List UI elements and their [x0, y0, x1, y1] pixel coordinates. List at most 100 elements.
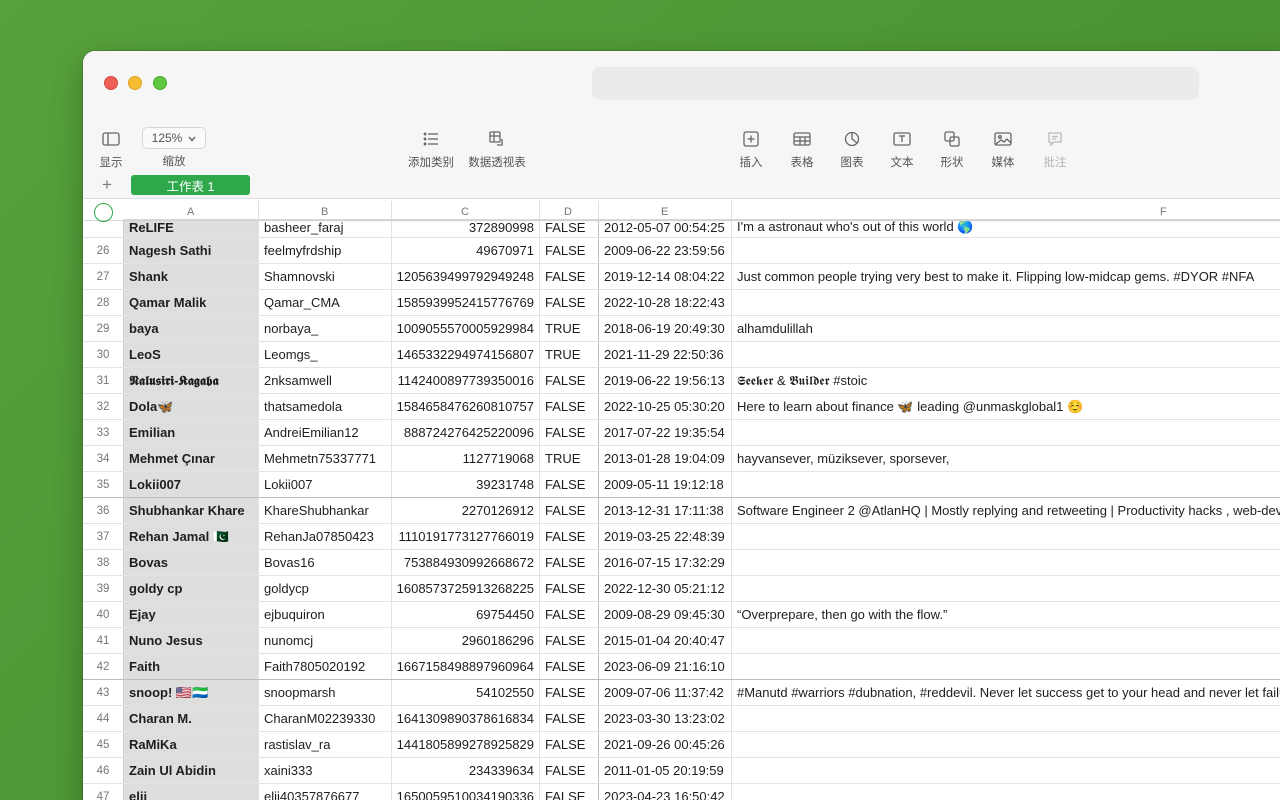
cell[interactable]: 1127719068 — [391, 446, 539, 471]
column-header-a[interactable]: A — [187, 206, 194, 218]
row-number[interactable]: 40 — [83, 602, 123, 627]
cell[interactable]: 2023-03-30 13:23:02 — [598, 706, 731, 731]
cell[interactable] — [731, 290, 1280, 315]
cell[interactable]: 1142400897739350016 — [391, 368, 539, 393]
cell[interactable]: TRUE — [539, 446, 598, 471]
cell[interactable]: RehanJa07850423 — [258, 524, 391, 549]
column-header-c[interactable]: C — [461, 206, 469, 218]
cell[interactable]: 2022-12-30 05:21:12 — [598, 576, 731, 601]
minimize-window-button[interactable] — [128, 76, 142, 90]
column-divider[interactable] — [598, 201, 599, 221]
cell[interactable]: FALSE — [539, 576, 598, 601]
row-number[interactable]: 43 — [83, 680, 123, 705]
cell[interactable] — [731, 576, 1280, 601]
cell[interactable]: 1667158498897960964 — [391, 654, 539, 679]
cell[interactable]: 1465332294974156807 — [391, 342, 539, 367]
cell[interactable]: TRUE — [539, 316, 598, 341]
cell[interactable]: Emilian — [123, 420, 258, 445]
cell[interactable]: LeoS — [123, 342, 258, 367]
cell[interactable]: FALSE — [539, 628, 598, 653]
cell[interactable]: 2022-10-25 05:30:20 — [598, 394, 731, 419]
add-sheet-button[interactable]: + — [99, 175, 115, 195]
cell[interactable]: CharanM02239330 — [258, 706, 391, 731]
cell[interactable]: 2nksamwell — [258, 368, 391, 393]
cell[interactable]: 2019-12-14 08:04:22 — [598, 264, 731, 289]
row-number[interactable]: 42 — [83, 654, 123, 679]
cell[interactable]: Just common people trying very best to m… — [731, 264, 1280, 289]
cell[interactable]: snoopmarsh — [258, 680, 391, 705]
cell[interactable]: FALSE — [539, 732, 598, 757]
cell[interactable]: elii40357876677 — [258, 784, 391, 800]
cell[interactable]: 888724276425220096 — [391, 420, 539, 445]
cell[interactable]: 1110191773127766019 — [391, 524, 539, 549]
cell[interactable]: Lokii007 — [123, 472, 258, 497]
cell[interactable]: FALSE — [539, 264, 598, 289]
cell[interactable]: 2009-06-22 23:59:56 — [598, 238, 731, 263]
row-number[interactable]: 29 — [83, 316, 123, 341]
cell[interactable]: FALSE — [539, 290, 598, 315]
cell[interactable]: FALSE — [539, 498, 598, 523]
cell[interactable] — [731, 472, 1280, 497]
cell[interactable]: elii — [123, 784, 258, 800]
cell[interactable]: RaMiKa — [123, 732, 258, 757]
cell[interactable]: xaini333 — [258, 758, 391, 783]
cell[interactable] — [731, 758, 1280, 783]
cell[interactable]: 2016-07-15 17:32:29 — [598, 550, 731, 575]
cell[interactable]: FALSE — [539, 654, 598, 679]
cell[interactable]: FALSE — [539, 394, 598, 419]
cell[interactable]: 1441805899278925829 — [391, 732, 539, 757]
cell[interactable]: Bovas — [123, 550, 258, 575]
cell[interactable]: 𝕹𝖆𝖑𝖚𝖘𝖎𝖗𝖎-𝕶𝖆𝖌𝖆𝖇𝖆 — [123, 368, 258, 393]
cell[interactable]: Software Engineer 2 @AtlanHQ | Mostly re… — [731, 498, 1280, 523]
cell[interactable]: FALSE — [539, 238, 598, 263]
cell[interactable]: FALSE — [539, 602, 598, 627]
cell[interactable]: 1608573725913268225 — [391, 576, 539, 601]
cell[interactable] — [731, 420, 1280, 445]
column-header-d[interactable]: D — [564, 206, 572, 218]
cell[interactable]: Charan M. — [123, 706, 258, 731]
cell[interactable]: 234339634 — [391, 758, 539, 783]
cell[interactable]: FALSE — [539, 758, 598, 783]
column-divider[interactable] — [731, 201, 732, 221]
row-number[interactable]: 33 — [83, 420, 123, 445]
cell[interactable]: Shamnovski — [258, 264, 391, 289]
cell[interactable]: KhareShubhankar — [258, 498, 391, 523]
cell[interactable]: FALSE — [539, 472, 598, 497]
cell[interactable]: 2960186296 — [391, 628, 539, 653]
cell[interactable]: feelmyfrdship — [258, 238, 391, 263]
row-number[interactable]: 38 — [83, 550, 123, 575]
cell[interactable]: 2009-07-06 11:37:42 — [598, 680, 731, 705]
cell[interactable]: Faith7805020192 — [258, 654, 391, 679]
cell[interactable]: 2009-08-29 09:45:30 — [598, 602, 731, 627]
row-number[interactable]: 44 — [83, 706, 123, 731]
media-button[interactable]: 媒体 — [973, 129, 1033, 170]
cell[interactable]: Mehmetn75337771 — [258, 446, 391, 471]
add-category-button[interactable]: 添加类别 — [401, 129, 461, 170]
document-title-field[interactable] — [592, 67, 1199, 100]
cell[interactable]: 2019-03-25 22:48:39 — [598, 524, 731, 549]
row-number[interactable]: 32 — [83, 394, 123, 419]
spreadsheet-grid[interactable]: ReLIFE basheer_faraj 372890998 FALSE 201… — [83, 199, 1280, 800]
select-all-button[interactable] — [94, 203, 113, 222]
cell[interactable]: TRUE — [539, 342, 598, 367]
cell[interactable] — [731, 706, 1280, 731]
cell[interactable]: thatsamedola — [258, 394, 391, 419]
row-number[interactable]: 41 — [83, 628, 123, 653]
column-divider[interactable] — [539, 201, 540, 221]
row-number[interactable]: 34 — [83, 446, 123, 471]
column-divider[interactable] — [258, 201, 259, 221]
cell[interactable] — [731, 550, 1280, 575]
cell[interactable]: Lokii007 — [258, 472, 391, 497]
cell[interactable]: goldycp — [258, 576, 391, 601]
cell[interactable]: 2013-01-28 19:04:09 — [598, 446, 731, 471]
cell[interactable]: Shubhankar Khare — [123, 498, 258, 523]
cell[interactable]: 2021-11-29 22:50:36 — [598, 342, 731, 367]
cell[interactable]: 𝕾𝖊𝖊𝖐𝖊𝖗 & 𝕭𝖚𝖎𝖑𝖉𝖊𝖗 #stoic — [731, 368, 1280, 393]
cell[interactable]: Qamar Malik — [123, 290, 258, 315]
cell[interactable]: 2018-06-19 20:49:30 — [598, 316, 731, 341]
row-number[interactable]: 47 — [83, 784, 123, 800]
row-number[interactable]: 39 — [83, 576, 123, 601]
column-header-b[interactable]: B — [321, 206, 328, 218]
cell[interactable] — [731, 628, 1280, 653]
zoom-dropdown[interactable]: 125% — [142, 127, 206, 149]
